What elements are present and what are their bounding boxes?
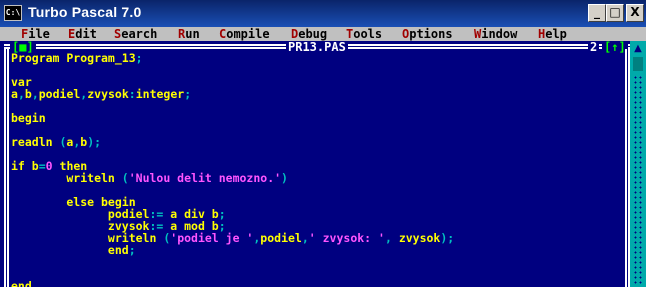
maximize-button[interactable]: □ [606, 4, 624, 22]
menu-label: ile [28, 27, 50, 41]
menu-label: ompile [226, 27, 270, 41]
code-line[interactable] [11, 100, 621, 112]
code-token: , [301, 231, 309, 245]
menu-help[interactable]: Help [538, 27, 567, 41]
code-line[interactable]: Program Program_13; [11, 52, 621, 64]
menu-window[interactable]: Window [474, 27, 517, 41]
code-token: ; [128, 243, 136, 257]
code-token: ); [440, 231, 455, 245]
code-token: podiel [38, 87, 81, 101]
code-token: zvysok [398, 231, 441, 245]
code-token: 'Nulou delit nemozno.' [128, 171, 282, 185]
code-token: , [17, 87, 25, 101]
code-token: , [384, 231, 399, 245]
menu-label: dit [75, 27, 97, 41]
menu-label: ebug [298, 27, 328, 41]
code-line[interactable] [11, 124, 621, 136]
close-button[interactable]: X [626, 4, 644, 22]
scroll-up-arrow-icon[interactable]: ▲ [632, 43, 644, 55]
menu-edit[interactable]: Edit [68, 27, 97, 41]
code-line[interactable]: end; [11, 244, 621, 256]
code-line[interactable]: writeln ('Nulou delit nemozno.') [11, 172, 621, 184]
code-token: ' zvysok: ' [308, 231, 385, 245]
menu-compile[interactable]: Compile [219, 27, 270, 41]
code-token: readln [11, 135, 60, 149]
code-line[interactable] [11, 148, 621, 160]
code-token: , [31, 87, 39, 101]
code-line[interactable] [11, 256, 621, 268]
menu-run[interactable]: Run [178, 27, 200, 41]
editor-window[interactable]: [■] PR13.PAS 2 [↑] Program Program_13; va… [0, 41, 630, 287]
menu-label: ools [353, 27, 383, 41]
code-token: end [11, 279, 32, 287]
code-token: Program Program_13 [11, 51, 136, 65]
menu-label: un [185, 27, 200, 41]
dos-app-icon[interactable]: C:\ [4, 5, 22, 21]
scroll-thumb[interactable] [633, 57, 643, 71]
code-line[interactable] [11, 64, 621, 76]
code-token: zvysok [87, 87, 129, 101]
code-token: 'podiel je ' [170, 231, 254, 245]
code-token: : [128, 87, 136, 101]
code-token: b [24, 87, 32, 101]
code-token: a [11, 87, 18, 101]
frame-left-border [4, 49, 9, 287]
menu-options[interactable]: Options [402, 27, 453, 41]
code-area[interactable]: Program Program_13; var a,b,podiel,zvysok:… [11, 52, 621, 287]
code-token: ; [184, 87, 192, 101]
code-line[interactable]: readln (a,b); [11, 136, 621, 148]
code-token: ) [281, 171, 288, 185]
code-line[interactable] [11, 268, 621, 280]
code-token: podiel [260, 231, 302, 245]
menu-bar: File Edit Search Run Compile Debug Tools… [0, 27, 646, 41]
title-bar[interactable]: C:\ Turbo Pascal 7.0 _ □ X [0, 0, 646, 27]
code-token: writeln [11, 171, 122, 185]
vertical-scrollbar[interactable]: ▲ [630, 41, 646, 287]
code-token: ( [121, 171, 129, 185]
code-token: ; [135, 51, 143, 65]
scroll-track[interactable] [633, 75, 643, 285]
code-token: . [31, 279, 39, 287]
menu-tools[interactable]: Tools [346, 27, 382, 41]
code-token: integer [135, 87, 185, 101]
minimize-button[interactable]: _ [588, 4, 606, 22]
code-token: ); [87, 135, 102, 149]
code-token: end [11, 243, 129, 257]
code-line[interactable]: end. [11, 280, 621, 287]
menu-file[interactable]: File [21, 27, 50, 41]
menu-search[interactable]: Search [114, 27, 157, 41]
menu-label: earch [121, 27, 158, 41]
menu-label: ptions [409, 27, 453, 41]
window-title: Turbo Pascal 7.0 [28, 4, 142, 20]
menu-label: indow [481, 27, 518, 41]
code-line[interactable]: begin [11, 112, 621, 124]
menu-label: elp [545, 27, 567, 41]
code-token: begin [11, 111, 46, 125]
menu-debug[interactable]: Debug [291, 27, 327, 41]
code-line[interactable]: a,b,podiel,zvysok:integer; [11, 88, 621, 100]
